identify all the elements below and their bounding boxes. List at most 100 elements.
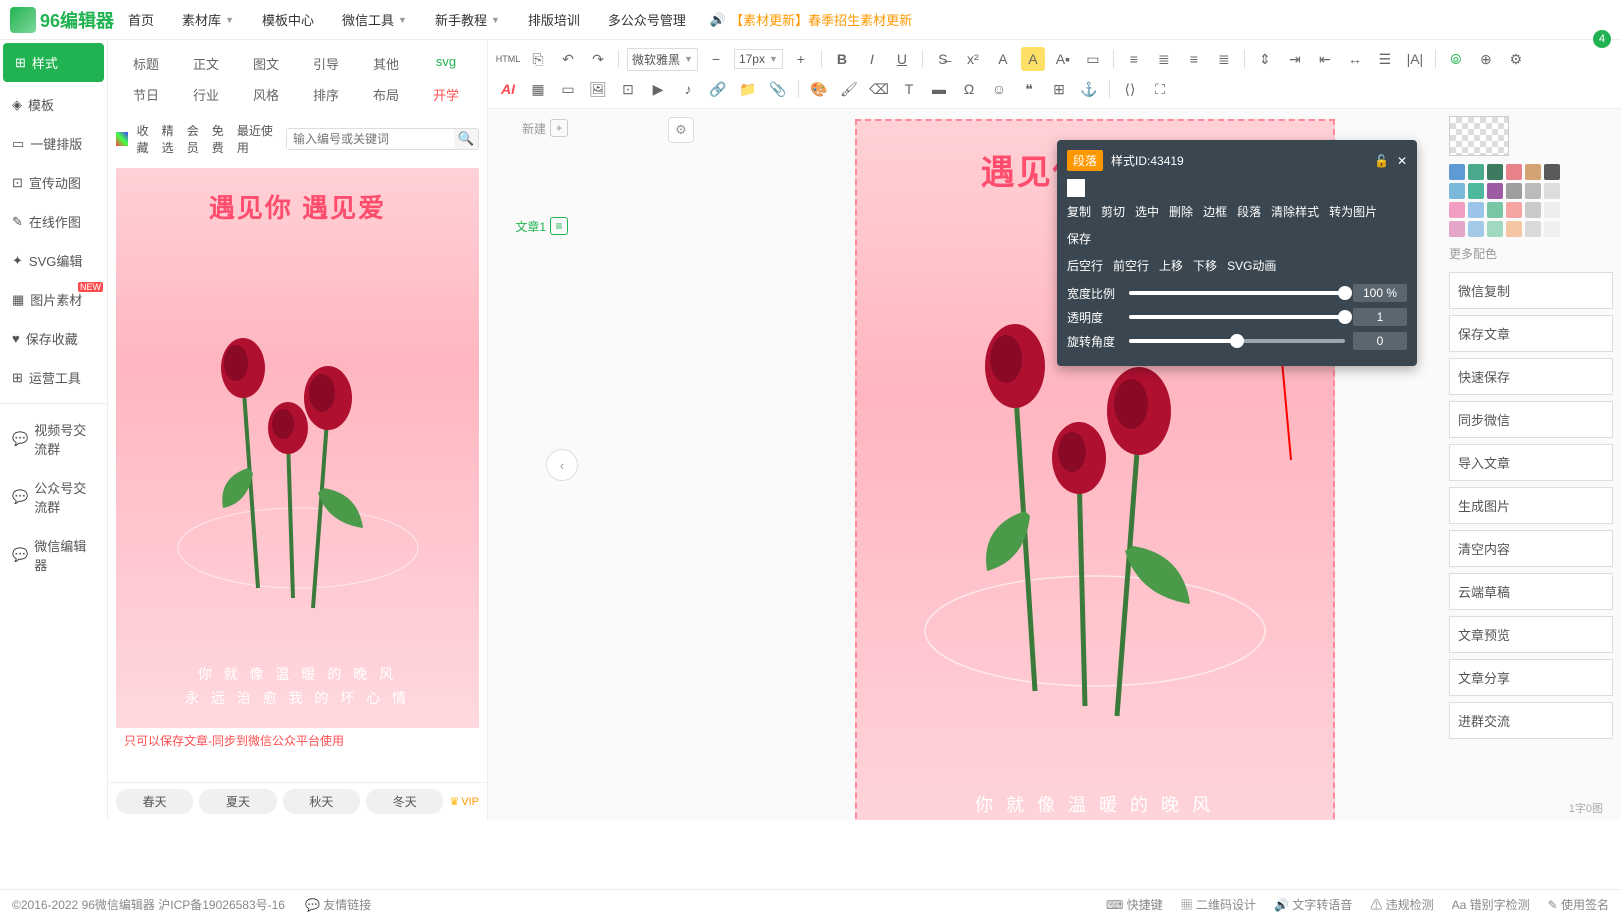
color-swatch[interactable] — [1449, 183, 1465, 199]
sidebar-item-一键排版[interactable]: ▭一键排版 — [0, 124, 107, 163]
bold-button[interactable]: B — [830, 47, 854, 71]
slider-track[interactable] — [1129, 315, 1345, 319]
underline-button[interactable]: U — [890, 47, 914, 71]
new-article-button[interactable]: 新建+ — [522, 119, 568, 137]
sidebar-item-在线作图[interactable]: ✎在线作图 — [0, 202, 107, 241]
article-tab[interactable]: 文章1≡ — [515, 217, 568, 235]
category-正文[interactable]: 正文 — [176, 48, 236, 79]
more-colors-link[interactable]: 更多配色 — [1449, 245, 1613, 262]
search-button[interactable]: 🔍 — [454, 129, 478, 149]
color-swatch[interactable] — [1487, 221, 1503, 237]
transparency-preview[interactable] — [1449, 116, 1509, 156]
category-排序[interactable]: 排序 — [296, 79, 356, 110]
category-标题[interactable]: 标题 — [116, 48, 176, 79]
font-decrease-button[interactable]: − — [704, 47, 728, 71]
filter-精选[interactable]: 精选 — [159, 122, 184, 156]
settings-button[interactable]: ⚙ — [1504, 47, 1528, 71]
color-swatch[interactable] — [1468, 202, 1484, 218]
superscript-button[interactable]: x² — [961, 47, 985, 71]
float-action-删除[interactable]: 删除 — [1169, 203, 1193, 220]
redo-button[interactable]: ↷ — [586, 47, 610, 71]
color-swatch[interactable] — [1468, 164, 1484, 180]
color-swatch[interactable] — [1525, 202, 1541, 218]
list-button[interactable]: ☰ — [1373, 47, 1397, 71]
category-布局[interactable]: 布局 — [356, 79, 416, 110]
nav-material[interactable]: 素材库▼ — [168, 10, 248, 29]
color-swatch[interactable] — [1487, 164, 1503, 180]
strikethrough-button[interactable]: S̶ — [931, 47, 955, 71]
action-文章预览[interactable]: 文章预览 — [1449, 616, 1613, 653]
sidebar-item-SVG编辑[interactable]: ✦SVG编辑 — [0, 241, 107, 280]
logo[interactable]: 96编辑器 — [10, 7, 114, 33]
nav-template[interactable]: 模板中心 — [248, 10, 328, 29]
float-action-转为图片[interactable]: 转为图片 — [1329, 203, 1377, 220]
insert-button[interactable]: ⦾ — [1444, 47, 1468, 71]
align-right-button[interactable]: ≡ — [1182, 47, 1206, 71]
action-清空内容[interactable]: 清空内容 — [1449, 530, 1613, 567]
category-节日[interactable]: 节日 — [116, 79, 176, 110]
footer-tool-二维码设计[interactable]: ▦ 二维码设计 — [1181, 896, 1256, 913]
image-button[interactable]: ▭ — [556, 77, 580, 101]
color-swatch[interactable] — [1506, 164, 1522, 180]
sidebar-item-模板[interactable]: ◈模板 — [0, 85, 107, 124]
search-input[interactable] — [287, 129, 454, 149]
sidebar-item-样式[interactable]: ⊞样式 — [3, 43, 104, 82]
slider-track[interactable] — [1129, 339, 1345, 343]
action-进群交流[interactable]: 进群交流 — [1449, 702, 1613, 739]
action-保存文章[interactable]: 保存文章 — [1449, 315, 1613, 352]
color-swatch[interactable] — [1506, 221, 1522, 237]
tag-秋天[interactable]: 秋天 — [283, 789, 360, 814]
align-left-button[interactable]: ≡ — [1122, 47, 1146, 71]
unlock-icon[interactable]: 🔓 — [1374, 154, 1389, 168]
filter-收藏[interactable]: 收藏 — [134, 122, 159, 156]
action-导入文章[interactable]: 导入文章 — [1449, 444, 1613, 481]
nav-tutorial[interactable]: 新手教程▼ — [421, 10, 514, 29]
card-icon[interactable]: ▭ — [1081, 47, 1105, 71]
action-生成图片[interactable]: 生成图片 — [1449, 487, 1613, 524]
category-图文[interactable]: 图文 — [236, 48, 296, 79]
filter-会员[interactable]: 会员 — [184, 122, 209, 156]
sidebar-item-公众号交流群[interactable]: 💬公众号交流群 — [0, 468, 107, 526]
color-swatch[interactable] — [1544, 202, 1560, 218]
font-size-select[interactable]: 17px▼ — [734, 49, 783, 69]
more-button[interactable]: ⊕ — [1474, 47, 1498, 71]
nav-wechat-tools[interactable]: 微信工具▼ — [328, 10, 421, 29]
highlight-button[interactable]: A — [1021, 47, 1045, 71]
html-button[interactable]: HTML — [496, 47, 520, 71]
color-swatch[interactable] — [1468, 183, 1484, 199]
footer-tool-使用签名[interactable]: ✎ 使用签名 — [1548, 896, 1609, 913]
tag-夏天[interactable]: 夏天 — [199, 789, 276, 814]
copy-button[interactable]: ⎘ — [526, 47, 550, 71]
folder-button[interactable]: 📁 — [736, 77, 760, 101]
color-swatch[interactable] — [1487, 202, 1503, 218]
font-color-button[interactable]: A — [991, 47, 1015, 71]
layout-button[interactable]: ⊞ — [1047, 77, 1071, 101]
eraser-button[interactable]: ⌫ — [867, 77, 891, 101]
action-微信复制[interactable]: 微信复制 — [1449, 272, 1613, 309]
color-swatch[interactable] — [1544, 221, 1560, 237]
align-justify-button[interactable]: ≣ — [1212, 47, 1236, 71]
float-action-段落[interactable]: 段落 — [1237, 203, 1261, 220]
slider-track[interactable] — [1129, 291, 1345, 295]
tag-冬天[interactable]: 冬天 — [366, 789, 443, 814]
category-引导[interactable]: 引导 — [296, 48, 356, 79]
text-tool-button[interactable]: T — [897, 77, 921, 101]
float-action-前空行[interactable]: 前空行 — [1113, 257, 1149, 274]
category-风格[interactable]: 风格 — [236, 79, 296, 110]
float-action-上移[interactable]: 上移 — [1159, 257, 1183, 274]
image3-button[interactable]: ⊡ — [616, 77, 640, 101]
indent-button[interactable]: ⇥ — [1283, 47, 1307, 71]
float-action-选中[interactable]: 选中 — [1135, 203, 1159, 220]
footer-tool-文字转语音[interactable]: 🔊 文字转语音 — [1274, 896, 1352, 913]
table-button[interactable]: ▦ — [526, 77, 550, 101]
quote-button[interactable]: ❝ — [1017, 77, 1041, 101]
emoji-button[interactable]: ☺ — [987, 77, 1011, 101]
code-button[interactable]: ⟨⟩ — [1118, 77, 1142, 101]
nav-home[interactable]: 首页 — [114, 10, 168, 29]
omega-button[interactable]: Ω — [957, 77, 981, 101]
image2-button[interactable]: 🖼 — [586, 77, 610, 101]
spacing-button[interactable]: ↔ — [1343, 47, 1367, 71]
action-快速保存[interactable]: 快速保存 — [1449, 358, 1613, 395]
footer-tool-快捷键[interactable]: ⌨ 快捷键 — [1106, 896, 1163, 913]
close-icon[interactable]: ✕ — [1397, 154, 1407, 168]
